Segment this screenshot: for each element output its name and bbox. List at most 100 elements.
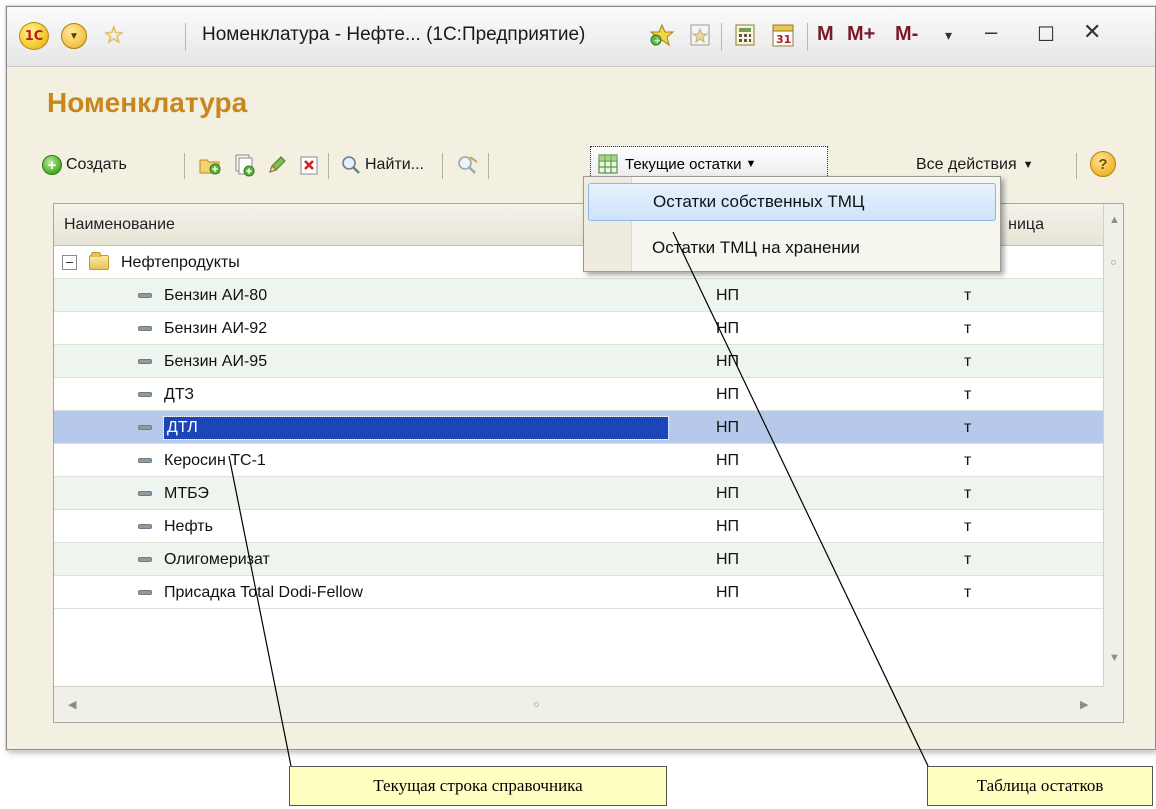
callout-current-row: Текущая строка справочника: [289, 766, 667, 806]
menu-dropdown-icon[interactable]: ▾: [945, 27, 952, 44]
find-label: Найти...: [365, 156, 424, 173]
scroll-thumb[interactable]: [534, 702, 539, 707]
catalog-table[interactable]: Наименование ница Нефтепродукты Бензин А…: [53, 203, 1124, 723]
row-group: НП: [716, 451, 740, 469]
item-icon: [138, 392, 152, 397]
item-icon: [138, 590, 152, 595]
calendar-icon[interactable]: 31: [769, 21, 797, 49]
toolbar-separator: [442, 153, 443, 179]
folder-icon: [89, 252, 109, 270]
title-separator: [185, 23, 186, 51]
table-row[interactable]: Бензин АИ-92 НП т: [54, 312, 1104, 345]
row-unit: т: [964, 451, 972, 469]
row-unit: т: [964, 418, 972, 436]
item-icon: [138, 557, 152, 562]
table-row[interactable]: Присадка Total Dodi-Fellow НП т: [54, 576, 1104, 609]
window-title: Номенклатура - Нефте... (1С:Предприятие): [202, 24, 586, 45]
all-actions-label: Все действия: [916, 156, 1017, 173]
add-favorite-icon[interactable]: +: [647, 21, 677, 49]
copy-icon: [235, 154, 255, 177]
table-row[interactable]: МТБЭ НП т: [54, 477, 1104, 510]
collapse-icon[interactable]: [62, 255, 77, 270]
item-icon: [138, 326, 152, 331]
app-window: 1С ▼ ☆ Номенклатура - Нефте... (1С:Предп…: [6, 6, 1156, 750]
table-row[interactable]: Бензин АИ-95 НП т: [54, 345, 1104, 378]
row-name: Бензин АИ-95: [164, 352, 268, 370]
chevron-down-icon: ▼: [745, 158, 757, 170]
plus-circle-icon: +: [42, 155, 62, 175]
edit-button[interactable]: [266, 151, 288, 179]
item-icon: [138, 524, 152, 529]
toolbar-separator: [328, 153, 329, 179]
title-bar: 1С ▼ ☆ Номенклатура - Нефте... (1С:Предп…: [7, 7, 1155, 67]
row-name: ДТЛ: [163, 415, 669, 440]
magnifier-icon: [342, 156, 360, 174]
close-icon[interactable]: ✕: [1083, 19, 1101, 45]
toolbar-separator: [184, 153, 185, 179]
create-group-button[interactable]: [198, 151, 222, 179]
help-icon: ?: [1090, 151, 1116, 177]
favorite-star-icon[interactable]: ☆: [103, 21, 125, 50]
item-icon: [138, 293, 152, 298]
row-unit: т: [964, 319, 972, 337]
table-row-selected[interactable]: ДТЛ НП т: [54, 411, 1104, 444]
row-group: НП: [716, 352, 740, 370]
scroll-down-icon[interactable]: ▼: [1109, 652, 1120, 664]
table-row[interactable]: Олигомеризат НП т: [54, 543, 1104, 576]
row-name: Керосин ТС-1: [164, 451, 266, 469]
calculator-icon[interactable]: [731, 21, 759, 49]
row-group: НП: [716, 286, 740, 304]
table-row[interactable]: Нефть НП т: [54, 510, 1104, 543]
row-group: НП: [716, 484, 740, 502]
form-title: Номенклатура: [47, 87, 248, 118]
delete-button[interactable]: [298, 151, 320, 179]
table-row[interactable]: Керосин ТС-1 НП т: [54, 444, 1104, 477]
toolbar-separator: [488, 153, 489, 179]
vertical-scrollbar[interactable]: ▲ ▼: [1103, 204, 1123, 722]
row-unit: т: [964, 286, 972, 304]
history-icon[interactable]: [687, 21, 713, 49]
create-button[interactable]: + Создать: [42, 151, 127, 179]
find-button[interactable]: Найти...: [340, 151, 424, 179]
table-row[interactable]: ДТЗ НП т: [54, 378, 1104, 411]
menu-item-storage-balances[interactable]: Остатки ТМЦ на хранении: [588, 229, 996, 267]
horizontal-scrollbar[interactable]: ◀ ▶: [54, 686, 1104, 722]
minimize-icon[interactable]: –: [985, 19, 997, 45]
delete-icon: [300, 156, 318, 175]
title-separator: [807, 23, 808, 51]
maximize-icon[interactable]: ☐: [1037, 22, 1055, 47]
memory-minus-button[interactable]: M-: [895, 23, 918, 46]
table-icon: [598, 154, 618, 174]
menu-item-own-balances[interactable]: Остатки собственных ТМЦ: [588, 183, 996, 221]
pencil-icon: [269, 156, 286, 173]
item-icon: [138, 425, 152, 430]
item-icon: [138, 491, 152, 496]
table-row[interactable]: Бензин АИ-80 НП т: [54, 279, 1104, 312]
row-name: Бензин АИ-80: [164, 286, 268, 304]
row-group: НП: [716, 517, 740, 535]
row-unit: т: [964, 583, 972, 601]
logo-1c-icon[interactable]: 1С: [19, 22, 49, 50]
title-separator: [721, 23, 722, 51]
back-circle-icon[interactable]: ▼: [61, 23, 87, 49]
current-balances-label: Текущие остатки: [625, 155, 742, 173]
all-actions-button[interactable]: Все действия ▼: [916, 151, 1034, 179]
toolbar-separator: [1076, 153, 1077, 179]
scroll-up-icon[interactable]: ▲: [1109, 214, 1120, 226]
row-unit: т: [964, 385, 972, 403]
memory-plus-button[interactable]: M+: [847, 23, 875, 46]
scroll-thumb[interactable]: [1111, 260, 1116, 265]
row-group: НП: [716, 583, 740, 601]
scroll-right-icon[interactable]: ▶: [1080, 698, 1088, 711]
scroll-left-icon[interactable]: ◀: [68, 698, 76, 711]
copy-button[interactable]: [232, 151, 256, 179]
memory-button[interactable]: M: [817, 23, 834, 46]
row-name: Присадка Total Dodi-Fellow: [164, 583, 363, 601]
row-unit: т: [964, 352, 972, 370]
cancel-search-button[interactable]: [456, 151, 480, 179]
svg-text:+: +: [654, 37, 662, 47]
item-icon: [138, 458, 152, 463]
row-group: НП: [716, 319, 740, 337]
help-button[interactable]: ?: [1090, 150, 1116, 178]
item-icon: [138, 359, 152, 364]
